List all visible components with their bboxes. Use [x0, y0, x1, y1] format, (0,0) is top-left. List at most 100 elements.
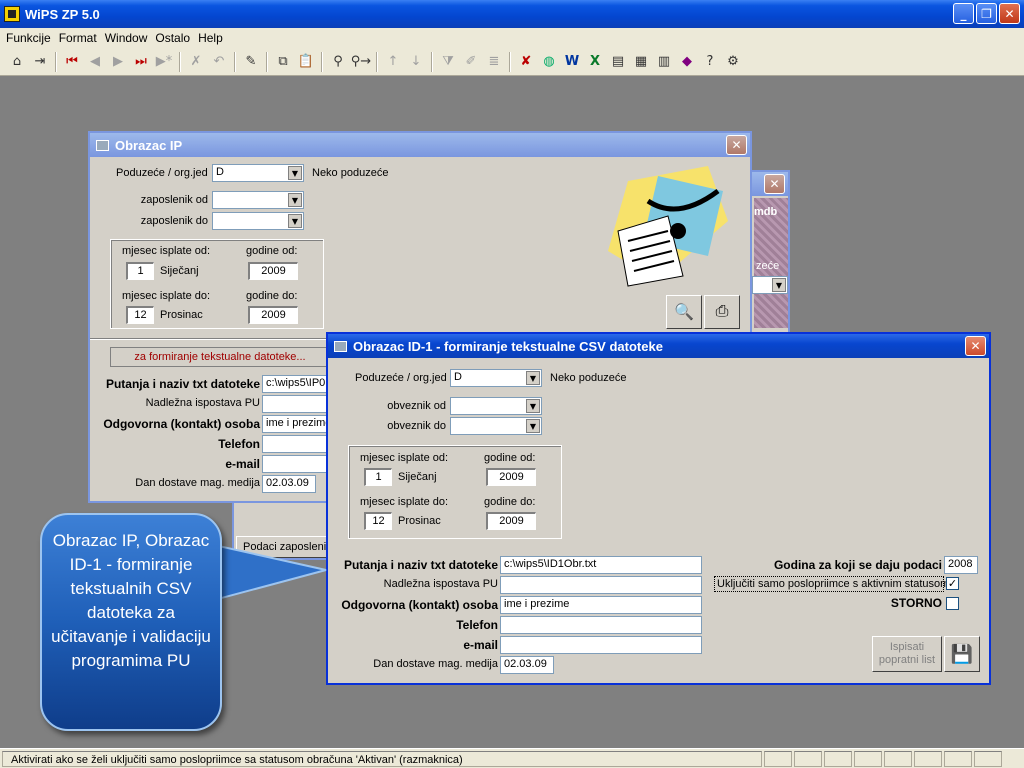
- background-combo[interactable]: ▼: [752, 276, 788, 294]
- restore-button[interactable]: ❐: [976, 3, 997, 24]
- chevron-down-icon[interactable]: ▼: [288, 193, 302, 207]
- mjesec-od-label: mjesec isplate od:: [122, 245, 211, 257]
- putanja-field[interactable]: c:\wips5\ID1Obr.txt: [500, 556, 702, 574]
- chevron-down-icon[interactable]: ▼: [772, 278, 786, 292]
- obrazac-ip-close-button[interactable]: ✕: [726, 135, 747, 155]
- delete-record-icon[interactable]: ✗: [185, 51, 207, 73]
- sort-descending-icon[interactable]: ↓: [405, 51, 427, 73]
- status-pane: [974, 750, 1002, 767]
- status-pane: [884, 750, 912, 767]
- chevron-down-icon[interactable]: ▼: [526, 371, 540, 385]
- zaposlenik-do-combo[interactable]: ▼: [212, 212, 304, 230]
- godina-field[interactable]: 2008: [944, 556, 978, 574]
- email-field[interactable]: [262, 455, 332, 473]
- godine-do-label: godine do:: [484, 496, 536, 508]
- telefon-label: Telefon: [456, 618, 498, 632]
- mjesec-do-field[interactable]: 12: [364, 512, 392, 530]
- godine-do-field[interactable]: 2009: [248, 306, 298, 324]
- new-record-icon[interactable]: ▶*: [153, 51, 175, 73]
- excel-icon[interactable]: X: [584, 51, 606, 73]
- magnifier-icon: 🔍: [674, 304, 694, 321]
- obveznik-do-combo[interactable]: ▼: [450, 417, 542, 435]
- close-button[interactable]: ✕: [999, 3, 1020, 24]
- mjesec-do-field[interactable]: 12: [126, 306, 154, 324]
- mjesec-od-label: mjesec isplate od:: [360, 452, 449, 464]
- background-window-close-button[interactable]: ✕: [764, 174, 785, 194]
- toolbar-separator: [321, 51, 323, 72]
- sort-ascending-icon[interactable]: ↑: [382, 51, 404, 73]
- filter-icon[interactable]: ⧩: [437, 51, 459, 73]
- mjesec-od-field[interactable]: 1: [364, 468, 392, 486]
- osoba-field[interactable]: ime i prezime: [500, 596, 702, 614]
- godine-od-field[interactable]: 2009: [486, 468, 536, 486]
- obrazac-ip-titlebar: Obrazac IP: [90, 133, 750, 157]
- status-pane: [914, 750, 942, 767]
- obveznik-od-label: obveznik od: [387, 400, 446, 412]
- callout-bubble: Obrazac IP, Obrazac ID-1 - formiranje te…: [40, 513, 222, 731]
- menu-window[interactable]: Window: [101, 31, 152, 45]
- save-icon[interactable]: ✎: [240, 51, 262, 73]
- find-icon[interactable]: ⚲: [327, 51, 349, 73]
- remove-filter-icon[interactable]: ✘: [515, 51, 537, 73]
- obrazac-id1-close-button[interactable]: ✕: [965, 336, 986, 356]
- find-next-icon[interactable]: ⚲→: [350, 51, 372, 73]
- ispostava-field[interactable]: [262, 395, 332, 413]
- telefon-field[interactable]: [500, 616, 702, 634]
- chevron-down-icon[interactable]: ▼: [288, 166, 302, 180]
- help-icon[interactable]: ?: [699, 51, 721, 73]
- csv-banner[interactable]: za formiranje tekstualne datoteke...: [110, 347, 330, 367]
- ispostava-field[interactable]: [500, 576, 702, 594]
- first-record-icon[interactable]: ⏮: [61, 51, 83, 73]
- status-pane: [944, 750, 972, 767]
- print-preview-button[interactable]: 🔍: [666, 295, 702, 329]
- storno-label: STORNO: [890, 596, 942, 610]
- email-field[interactable]: [500, 636, 702, 654]
- paste-icon[interactable]: 📋: [295, 51, 317, 73]
- obveznik-od-combo[interactable]: ▼: [450, 397, 542, 415]
- menu-funkcije[interactable]: Funkcije: [2, 31, 55, 45]
- poduzece-combo[interactable]: D ▼: [212, 164, 304, 182]
- poduzece-name: Neko poduzeće: [550, 372, 627, 384]
- obrazac-id1-window[interactable]: Obrazac ID-1 - formiranje tekstualne CSV…: [326, 332, 991, 685]
- globe-icon[interactable]: ◍: [538, 51, 560, 73]
- last-record-icon[interactable]: ⏭: [130, 51, 152, 73]
- storno-checkbox[interactable]: [946, 597, 959, 610]
- book-icon[interactable]: ▥: [653, 51, 675, 73]
- poduzece-combo[interactable]: D ▼: [450, 369, 542, 387]
- next-record-icon[interactable]: ▶: [107, 51, 129, 73]
- menu-help[interactable]: Help: [194, 31, 227, 45]
- library-icon[interactable]: ◆: [676, 51, 698, 73]
- dan-dostave-field[interactable]: 02.03.09: [262, 475, 316, 493]
- save-disk-button[interactable]: 💾: [944, 636, 980, 672]
- print-preview-icon[interactable]: ▦: [630, 51, 652, 73]
- chevron-down-icon[interactable]: ▼: [526, 399, 540, 413]
- minimize-button[interactable]: _: [953, 3, 974, 24]
- report-icon[interactable]: ▤: [607, 51, 629, 73]
- menu-format[interactable]: Format: [55, 31, 101, 45]
- ispisati-button[interactable]: Ispisati popratni list: [872, 636, 942, 672]
- putanja-field[interactable]: c:\wips5\IP0: [262, 375, 332, 393]
- godine-do-field[interactable]: 2009: [486, 512, 536, 530]
- mjesec-od-field[interactable]: 1: [126, 262, 154, 280]
- copy-icon[interactable]: ⧉: [272, 51, 294, 73]
- godine-od-field[interactable]: 2009: [248, 262, 298, 280]
- chevron-down-icon[interactable]: ▼: [526, 419, 540, 433]
- chevron-down-icon[interactable]: ▼: [288, 214, 302, 228]
- edit-filter-icon[interactable]: ✐: [460, 51, 482, 73]
- ukljuciti-checkbox[interactable]: ✓: [946, 577, 959, 590]
- word-icon[interactable]: W: [561, 51, 583, 73]
- print-button[interactable]: ⎙: [704, 295, 740, 329]
- telefon-field[interactable]: [262, 435, 332, 453]
- mjesec-od-name: Siječanj: [398, 471, 437, 483]
- exit-icon[interactable]: ⇥: [29, 51, 51, 73]
- previous-record-icon[interactable]: ◀: [84, 51, 106, 73]
- dan-dostave-field[interactable]: 02.03.09: [500, 656, 554, 674]
- osoba-field[interactable]: ime i prezime: [262, 415, 332, 433]
- menu-ostalo[interactable]: Ostalo: [151, 31, 194, 45]
- status-pane: [764, 750, 792, 767]
- settings-icon[interactable]: ⚙: [722, 51, 744, 73]
- home-icon[interactable]: ⌂: [6, 51, 28, 73]
- undo-icon[interactable]: ↶: [208, 51, 230, 73]
- zaposlenik-od-combo[interactable]: ▼: [212, 191, 304, 209]
- apply-filter-icon[interactable]: ≣: [483, 51, 505, 73]
